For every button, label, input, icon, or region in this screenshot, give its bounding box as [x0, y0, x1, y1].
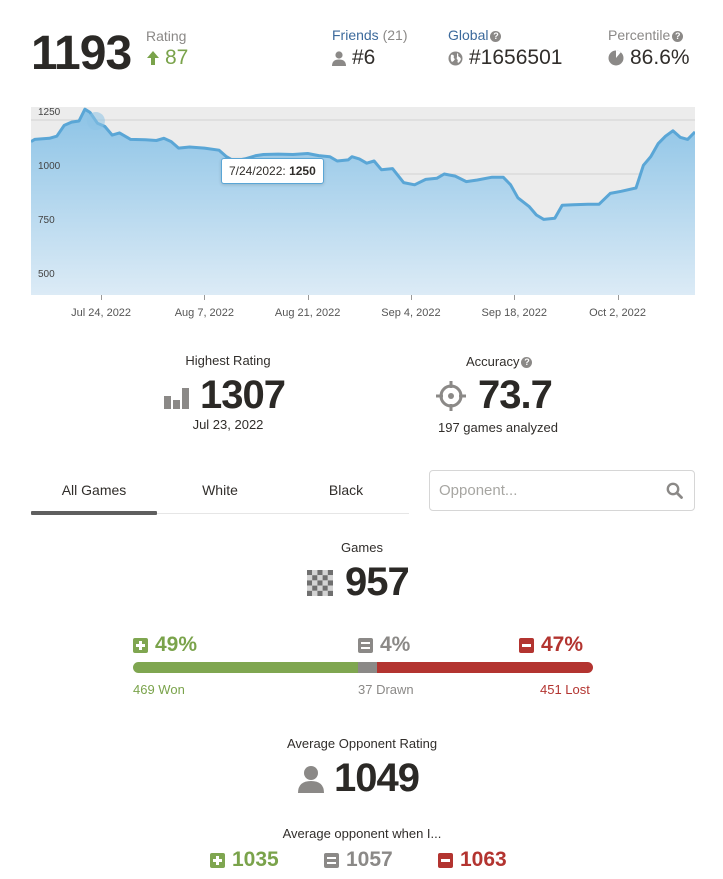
x-tick-label: Jul 24, 2022 [71, 307, 132, 319]
percentile-label: Percentile [608, 27, 671, 43]
accuracy-value: 73.7 [478, 373, 553, 417]
tab-all-games[interactable]: All Games [31, 482, 157, 498]
x-tick-mark [617, 295, 619, 300]
help-icon[interactable]: ? [490, 31, 502, 42]
avg-opponent-value: 1049 [334, 756, 420, 800]
x-tick-mark [514, 295, 516, 300]
bar-chart-icon [164, 387, 189, 409]
drawn-count: 37 Drawn [358, 682, 414, 697]
y-tick-label: 1000 [38, 161, 61, 172]
plus-icon [133, 637, 148, 653]
avg-when-won: 1035 [210, 848, 279, 872]
wdl-bar [133, 662, 593, 673]
friends-label[interactable]: Friends [332, 27, 379, 43]
drawn-percent: 4% [358, 633, 410, 657]
target-icon [436, 380, 466, 411]
y-tick-label: 500 [38, 269, 55, 280]
active-tab-indicator [31, 511, 157, 515]
won-count: 469 Won [133, 682, 185, 697]
global-label: Global [448, 27, 489, 43]
tab-black[interactable]: Black [283, 482, 409, 498]
won-percent-value: 49% [155, 633, 198, 656]
drawn-percent-value: 4% [380, 633, 411, 656]
x-tick-mark [204, 295, 206, 300]
avg-opponent: 1049 [298, 756, 420, 801]
help-icon[interactable]: ? [672, 31, 684, 42]
hover-point [86, 112, 105, 131]
won-percent: 49% [133, 633, 197, 657]
rating-area [31, 109, 695, 295]
minus-icon [438, 852, 453, 868]
x-tick-mark [307, 295, 309, 300]
chessboard-icon [307, 569, 333, 596]
x-tick-label: Oct 2, 2022 [589, 307, 646, 319]
tooltip-value: 1250 [289, 164, 316, 178]
opponent-search[interactable] [429, 470, 695, 511]
x-tick-label: Sep 4, 2022 [381, 307, 441, 319]
highest-rating: 1307 [164, 373, 286, 418]
lost-count: 451 Lost [540, 682, 590, 697]
accuracy-label-row: Accuracy? [466, 353, 533, 371]
pie-icon [608, 50, 624, 66]
user-icon [332, 50, 346, 66]
tooltip-date: 7/24/2022: [229, 164, 286, 178]
x-tick-label: Aug 7, 2022 [174, 307, 235, 319]
x-tick-mark [101, 295, 103, 300]
avg-opponent-label: Average Opponent Rating [286, 736, 438, 751]
equals-icon [324, 852, 339, 868]
user-icon [298, 765, 324, 793]
friends-block[interactable]: Friends (21) #6 [332, 27, 407, 70]
tab-white[interactable]: White [157, 482, 283, 498]
friends-count: (21) [382, 27, 408, 43]
avg-when-lost: 1063 [438, 848, 507, 872]
games-count: 957 [307, 560, 410, 605]
avg-when-drawn-value: 1057 [346, 848, 393, 871]
rating-change-value: 87 [165, 46, 189, 69]
globe-icon [448, 51, 463, 65]
wdl-bar-won [133, 662, 359, 673]
wdl-bar-drawn [358, 662, 377, 673]
friends-rank: #6 [352, 46, 376, 69]
avg-when-lost-value: 1063 [460, 848, 507, 871]
lost-percent: 47% [519, 633, 583, 657]
highest-rating-date: Jul 23, 2022 [192, 417, 264, 432]
games-label: Games [341, 540, 383, 555]
y-tick-label: 1250 [38, 107, 61, 118]
current-rating: 1193 [31, 27, 132, 80]
x-tick-label: Sep 18, 2022 [481, 307, 547, 319]
x-tick-label: Aug 21, 2022 [274, 307, 341, 319]
arrow-up-icon [147, 51, 159, 65]
chart-tooltip: 7/24/2022: 1250 [221, 158, 324, 184]
plus-icon [210, 852, 225, 868]
percentile-value: 86.6% [630, 46, 690, 69]
avg-when-won-value: 1035 [232, 848, 279, 871]
percentile-block: Percentile? 86.6% [608, 27, 690, 70]
rating-change: 87 [146, 46, 188, 70]
avg-when-drawn: 1057 [324, 848, 393, 872]
accuracy-label: Accuracy [466, 354, 520, 369]
rating-label: Rating [146, 28, 187, 44]
games-analyzed: 197 games analyzed [438, 420, 558, 435]
highest-rating-label: Highest Rating [185, 353, 271, 368]
accuracy: 73.7 [436, 373, 553, 418]
rating-chart[interactable]: 1250 1000 750 500 [31, 107, 695, 295]
y-tick-label: 750 [38, 215, 55, 226]
lost-percent-value: 47% [541, 633, 584, 656]
wdl-bar-lost [376, 662, 593, 673]
avg-when-label: Average opponent when I... [282, 826, 442, 841]
games-value: 957 [345, 560, 410, 604]
opponent-search-input[interactable] [430, 471, 650, 510]
equals-icon [358, 637, 373, 653]
highest-rating-value: 1307 [200, 373, 286, 417]
minus-icon [519, 637, 534, 653]
help-icon[interactable]: ? [521, 357, 533, 368]
global-block: Global? #1656501 [448, 27, 562, 70]
global-rank: #1656501 [469, 46, 563, 69]
x-tick-mark [410, 295, 412, 300]
search-icon[interactable] [666, 482, 683, 499]
